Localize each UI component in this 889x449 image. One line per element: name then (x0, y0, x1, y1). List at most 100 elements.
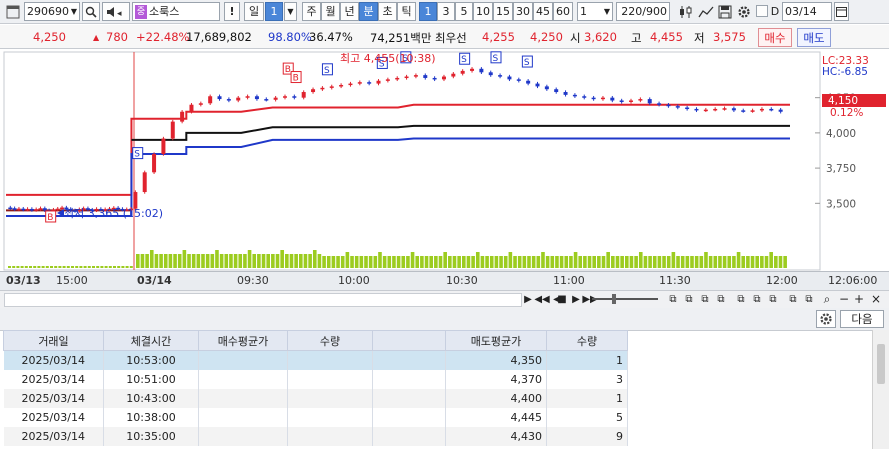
rewind-icon[interactable]: ◀◀ (534, 292, 549, 306)
search-icon[interactable] (82, 2, 100, 21)
speaker-icon[interactable]: ◂ (102, 2, 130, 21)
interval-30-button[interactable]: 30 (513, 2, 533, 21)
vertical-scrollbar[interactable] (872, 330, 889, 449)
plot-area (3, 51, 821, 271)
horizontal-scrollbar[interactable] (4, 293, 522, 307)
volume-bar (648, 256, 652, 268)
stop-icon[interactable]: ■ (556, 292, 568, 306)
candle-settings-icon[interactable] (676, 2, 696, 21)
volume-bar (625, 256, 629, 268)
volume-bar (489, 256, 494, 268)
stock-code-input[interactable]: 290690 ▼ (24, 2, 80, 21)
col-sell-qty[interactable]: 수량 (546, 330, 628, 351)
candle-body (357, 82, 362, 84)
volume-bar (527, 256, 531, 268)
table-row[interactable]: 2025/03/14 10:43:00 4,400 1 (3, 389, 628, 408)
scroll-thumb[interactable] (877, 344, 885, 384)
plus-icon[interactable]: + (853, 292, 865, 306)
tool-icon-9[interactable]: ⧉ (802, 292, 816, 306)
interval-45-button[interactable]: 45 (533, 2, 553, 21)
volume-bar (601, 256, 606, 268)
col-sell-avg[interactable]: 매도평균가 (445, 330, 547, 351)
period-week-button[interactable]: 주 (302, 2, 321, 21)
tool-icon-6[interactable]: ⧉ (750, 292, 764, 306)
zoom-slider-track[interactable] (592, 298, 658, 300)
volume-bar (350, 256, 354, 268)
calendar-icon[interactable] (834, 2, 849, 21)
next-button[interactable]: 다음 (840, 310, 884, 328)
chevron-down-icon[interactable]: ▼ (604, 7, 610, 16)
date-input[interactable]: 03/14 (782, 2, 832, 21)
tool-icon-3[interactable]: ⧉ (698, 292, 712, 306)
chevron-down-icon[interactable]: ▼ (71, 7, 77, 16)
sell-button[interactable]: 매도 (797, 28, 831, 47)
volume-bar (569, 256, 573, 268)
interval-15-button[interactable]: 15 (493, 2, 513, 21)
candle-body (731, 108, 736, 111)
table-row[interactable]: 2025/03/14 10:51:00 4,370 3 (3, 370, 628, 389)
period-minute-button[interactable]: 분 (359, 2, 378, 21)
volume-bar (727, 256, 732, 268)
col-blank[interactable] (372, 330, 446, 351)
window-icon[interactable] (3, 2, 23, 21)
tool-icon-5[interactable]: ⧉ (734, 292, 748, 306)
interval-3-button[interactable]: 3 (437, 2, 455, 21)
zoom-in-icon[interactable]: ⌕ (820, 292, 834, 306)
candle-body (498, 75, 503, 77)
col-buy-avg[interactable]: 매수평균가 (198, 330, 288, 351)
buy-button[interactable]: 매수 (758, 28, 792, 47)
candle-body (236, 97, 241, 101)
volume-bar (261, 254, 266, 268)
cell-buy-avg (198, 427, 288, 446)
tool-icon-4[interactable]: ⧉ (714, 292, 728, 306)
volume-bar (275, 254, 280, 268)
chevron-down-icon[interactable]: ▼ (284, 2, 297, 21)
interval-5-button[interactable]: 5 (455, 2, 473, 21)
interval-60-button[interactable]: 60 (553, 2, 573, 21)
save-icon[interactable] (716, 2, 734, 21)
candle-body (217, 96, 222, 100)
volume-bar (289, 254, 294, 268)
tool-icon-8[interactable]: ⧉ (786, 292, 800, 306)
col-buy-qty[interactable]: 수량 (287, 330, 373, 351)
count-select[interactable]: 1 ▼ (577, 2, 613, 21)
table-row[interactable]: 2025/03/14 10:35:00 4,430 9 (3, 427, 628, 446)
table-row[interactable]: 2025/03/14 10:38:00 4,445 5 (3, 408, 628, 427)
minus-icon[interactable]: − (838, 292, 850, 306)
col-trade-date[interactable]: 거래일 (3, 330, 104, 351)
volume-bar (708, 256, 713, 268)
volume-bar (41, 266, 45, 268)
d-checkbox[interactable] (756, 5, 768, 17)
zoom-slider-handle[interactable] (612, 294, 616, 304)
stock-name-field[interactable]: 중 소룩스 (132, 2, 220, 21)
volume-bar (8, 266, 11, 268)
volume-bar (615, 256, 620, 268)
volume-bar (266, 254, 270, 268)
volume-bar (513, 256, 517, 268)
count-display-field[interactable]: 220/900 (616, 2, 670, 21)
period-num-select[interactable]: 1 (265, 2, 283, 21)
close-icon[interactable]: × (870, 292, 882, 306)
grid-settings-button[interactable] (816, 310, 836, 328)
price-chart[interactable]: 4,2504,0003,7503,500 BSBBSSSSSS LC:23.33… (0, 50, 889, 290)
tool-icon-7[interactable]: ⧉ (766, 292, 780, 306)
period-month-button[interactable]: 월 (321, 2, 340, 21)
tool-icon-2[interactable]: ⧉ (682, 292, 696, 306)
high-label: 고 (631, 31, 642, 45)
play-icon[interactable]: ▶ (570, 292, 582, 306)
table-row[interactable]: 2025/03/14 10:53:00 4,350 1 (3, 350, 628, 370)
period-day-button[interactable]: 일 (244, 2, 264, 21)
period-tick-button[interactable]: 틱 (397, 2, 416, 21)
period-second-button[interactable]: 초 (378, 2, 397, 21)
interval-1-button[interactable]: 1 (419, 2, 437, 21)
cell-buy-qty (287, 370, 373, 389)
gear-icon[interactable] (735, 2, 753, 21)
col-exec-time[interactable]: 체결시간 (103, 330, 199, 351)
candle-body (554, 89, 559, 93)
scroll-right-icon[interactable]: ▶ (522, 292, 534, 306)
chart-type-icon[interactable] (697, 2, 715, 21)
interval-10-button[interactable]: 10 (473, 2, 493, 21)
alert-button[interactable]: ! (224, 2, 240, 21)
period-year-button[interactable]: 년 (340, 2, 359, 21)
tool-icon-1[interactable]: ⧉ (666, 292, 680, 306)
